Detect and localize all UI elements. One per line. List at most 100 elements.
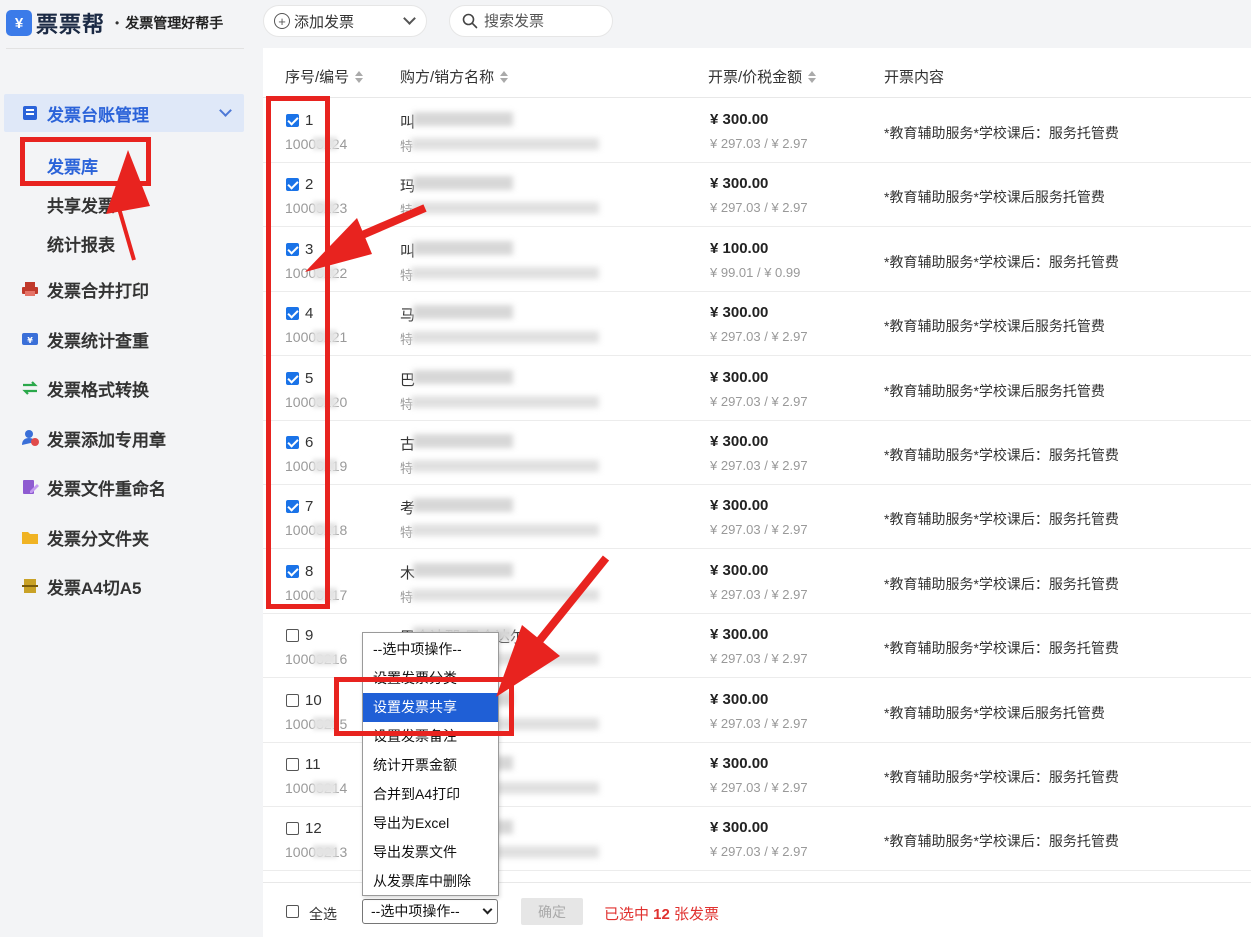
dropdown-option[interactable]: 从发票库中删除 [363, 867, 498, 896]
annotation-box-checkboxes [266, 96, 330, 609]
sort-icon [808, 70, 817, 83]
redacted-code-part [313, 845, 337, 859]
invoice-content: *教育辅助服务*学校课后：服务托管费 [884, 640, 1119, 657]
nav-file-rename[interactable]: 发票文件重命名 [4, 468, 244, 506]
header-index[interactable]: 序号/编号 [285, 66, 364, 87]
redacted-seller [411, 202, 599, 215]
header-party[interactable]: 购方/销方名称 [400, 66, 509, 87]
sort-icon [355, 70, 364, 83]
row-checkbox[interactable] [286, 822, 299, 836]
invoice-amount: ¥ 300.00 [710, 755, 769, 772]
invoice-content: *教育辅助服务*学校课后：服务托管费 [884, 447, 1119, 463]
sidebar-divider [6, 48, 244, 49]
top-bar: ¥ 票票帮 • 发票管理好帮手 + 添加发票 [0, 0, 1251, 48]
plus-circle-icon: + [274, 13, 290, 29]
header-content-label: 开票内容 [884, 69, 945, 86]
dropdown-option[interactable]: 合并到A4打印 [363, 780, 498, 809]
table-row[interactable]: 110003224叫特¥ 300.00¥ 297.03 / ¥ 2.97*教育辅… [263, 99, 1251, 163]
dropdown-option[interactable]: 导出发票文件 [363, 838, 498, 867]
nav-stats-dedupe-label: 发票统计查重 [47, 331, 149, 351]
invoice-amount: ¥ 300.00 [710, 561, 769, 579]
subnav-statistics-report[interactable]: 统计报表 [47, 231, 115, 256]
price-tax-amount: ¥ 297.03 / ¥ 2.97 [710, 393, 808, 409]
nav-split-folders-label: 发票分文件夹 [47, 529, 149, 549]
invoice-content: *教育辅助服务*学校课后服务托管费 [884, 189, 1105, 206]
invoice-amount: ¥ 300.00 [710, 690, 769, 708]
redacted-seller [411, 524, 599, 537]
price-tax-amount: ¥ 297.03 / ¥ 2.97 [710, 651, 808, 667]
nav-invoice-ledger[interactable]: 发票台账管理 [4, 94, 244, 132]
search-box[interactable] [449, 5, 613, 37]
invoice-amount: ¥ 300.00 [710, 111, 769, 128]
select-all-checkbox[interactable] [286, 905, 299, 918]
dropdown-option[interactable]: 导出为Excel [363, 809, 498, 838]
redacted-buyer [413, 498, 513, 513]
price-tax-amount: ¥ 297.03 / ¥ 2.97 [710, 458, 808, 473]
invoice-amount: ¥ 100.00 [710, 239, 769, 257]
table-row[interactable]: 410003221马特¥ 300.00¥ 297.03 / ¥ 2.97*教育辅… [263, 292, 1251, 357]
nav-a4-to-a5[interactable]: 发票A4切A5 [4, 567, 244, 605]
row-checkbox[interactable] [286, 758, 299, 771]
redacted-seller [411, 331, 599, 344]
app-name: 票票帮 [36, 12, 106, 37]
table-row[interactable]: 210003223玛特¥ 300.00¥ 297.03 / ¥ 2.97*教育辅… [263, 163, 1251, 228]
nav-merge-print[interactable]: 发票合并打印 [4, 270, 244, 308]
redacted-buyer [413, 305, 513, 320]
chevron-down-icon [403, 12, 416, 25]
search-icon [462, 13, 478, 29]
chevron-down-icon [219, 104, 232, 117]
price-tax-amount: ¥ 297.03 / ¥ 2.97 [710, 586, 808, 602]
row-index: 9 [305, 627, 314, 645]
invoice-content: *教育辅助服务*学校课后：服务托管费 [884, 253, 1119, 270]
nav-file-rename-label: 发票文件重命名 [47, 479, 166, 499]
bulk-action-dropdown[interactable]: --选中项操作-- 设置发票分类 设置发票共享 设置发票备注 统计开票金额 合并到A4打印… [362, 632, 499, 896]
dropdown-option[interactable]: --选中项操作-- [363, 635, 498, 664]
price-tax-amount: ¥ 297.03 / ¥ 2.97 [710, 844, 808, 860]
sort-icon [500, 70, 509, 83]
redacted-buyer [413, 240, 513, 255]
status-prefix: 已选中 [604, 906, 654, 923]
table-row[interactable]: 810003217木特¥ 300.00¥ 297.03 / ¥ 2.97*教育辅… [263, 550, 1251, 614]
confirm-button[interactable]: 确定 [521, 898, 583, 925]
redacted-code-part [313, 652, 337, 666]
table-row[interactable]: 310003222叫特¥ 100.00¥ 99.01 / ¥ 0.99*教育辅助… [263, 228, 1251, 292]
printer-icon [21, 280, 39, 298]
redacted-buyer [413, 562, 513, 577]
nav-stats-dedupe[interactable]: ¥ 发票统计查重 [4, 320, 244, 358]
search-input[interactable] [484, 12, 594, 30]
table-row[interactable]: 610003219古特¥ 300.00¥ 297.03 / ¥ 2.97*教育辅… [263, 421, 1251, 485]
redacted-seller [411, 395, 599, 408]
nav-split-folders[interactable]: 发票分文件夹 [4, 518, 244, 556]
rename-icon [21, 478, 39, 496]
nav-add-stamp[interactable]: 发票添加专用章 [4, 419, 244, 457]
price-tax-amount: ¥ 297.03 / ¥ 2.97 [710, 200, 808, 216]
invoice-amount: ¥ 300.00 [710, 304, 769, 322]
redacted-seller [411, 266, 599, 279]
stamp-icon [21, 429, 39, 447]
cut-icon [21, 577, 39, 595]
row-checkbox[interactable] [286, 693, 299, 707]
invoice-amount: ¥ 300.00 [710, 368, 769, 386]
row-index: 10 [305, 691, 322, 709]
folder-icon [21, 528, 39, 546]
price-tax-amount: ¥ 297.03 / ¥ 2.97 [710, 780, 808, 795]
invoice-content: *教育辅助服务*学校课后：服务托管费 [884, 511, 1119, 528]
nav-format-convert[interactable]: 发票格式转换 [4, 369, 244, 407]
add-invoice-button[interactable]: + 添加发票 [263, 5, 427, 37]
convert-icon [21, 379, 39, 397]
nav-invoice-ledger-label: 发票台账管理 [47, 105, 149, 125]
price-tax-amount: ¥ 297.03 / ¥ 2.97 [710, 329, 808, 345]
invoice-amount: ¥ 300.00 [710, 433, 769, 450]
row-checkbox[interactable] [286, 629, 299, 643]
table-row[interactable]: 710003218考特¥ 300.00¥ 297.03 / ¥ 2.97*教育辅… [263, 485, 1251, 550]
header-amount[interactable]: 开票/价税金额 [708, 66, 817, 87]
ledger-icon [21, 104, 39, 122]
dropdown-option[interactable]: 统计开票金额 [363, 751, 498, 780]
bulk-action-select[interactable]: --选中项操作-- [362, 899, 498, 924]
invoice-content: *教育辅助服务*学校课后：服务托管费 [884, 575, 1119, 592]
subnav-shared-invoices[interactable]: 共享发票 [47, 192, 115, 217]
add-invoice-label: 添加发票 [294, 13, 355, 31]
table-row[interactable]: 510003220巴特¥ 300.00¥ 297.03 / ¥ 2.97*教育辅… [263, 357, 1251, 421]
svg-text:¥: ¥ [27, 336, 33, 345]
header-party-label: 购方/销方名称 [400, 69, 495, 86]
